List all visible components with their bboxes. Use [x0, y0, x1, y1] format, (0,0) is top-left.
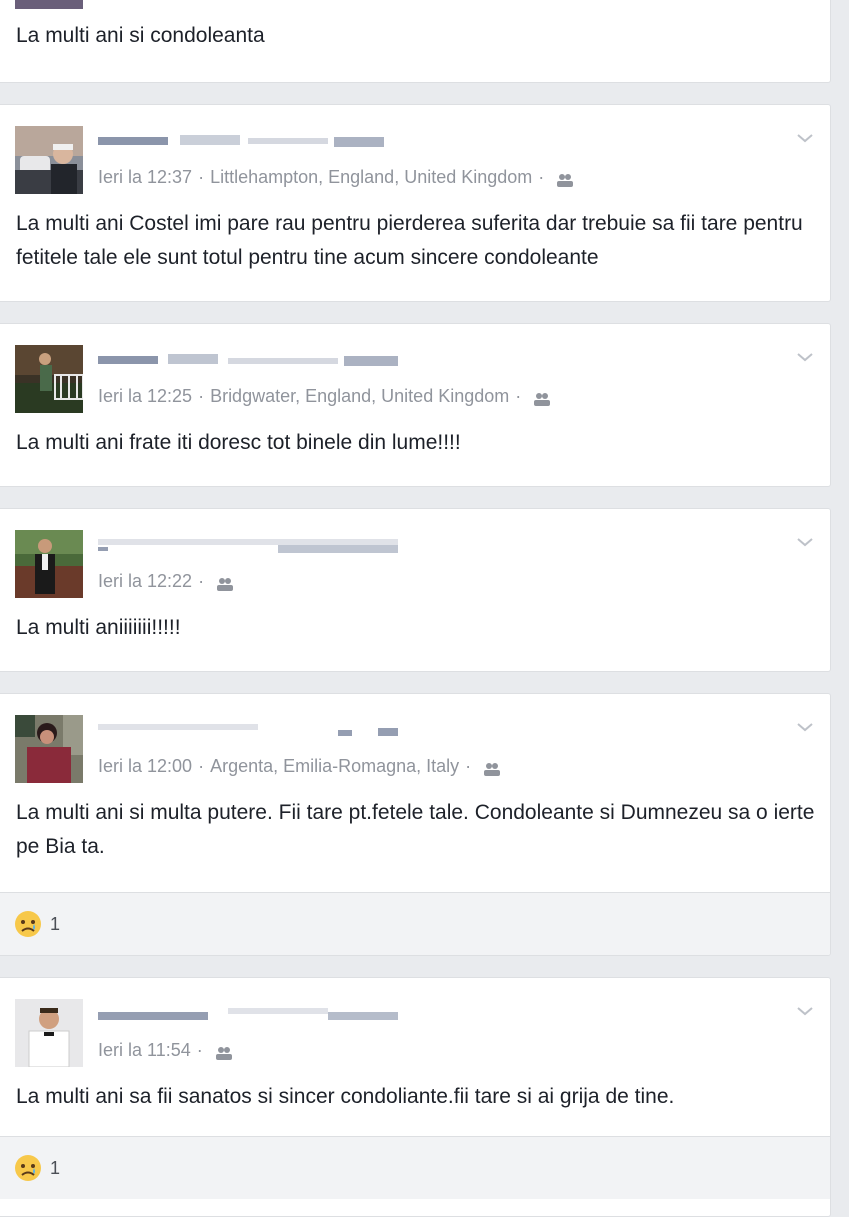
location[interactable]: Littlehampton, England, United Kingdom: [210, 167, 532, 188]
comment-card: Ieri la 11:54 · La multi ani sa fii sana…: [0, 977, 831, 1217]
author-name-redacted[interactable]: [98, 724, 398, 738]
comment-text: La multi ani si condoleanta: [16, 24, 265, 47]
chevron-down-icon[interactable]: [796, 1004, 814, 1016]
avatar[interactable]: [15, 345, 83, 413]
separator: ·: [198, 571, 205, 591]
avatar[interactable]: [15, 0, 83, 9]
location[interactable]: Bridgwater, England, United Kingdom: [210, 386, 509, 407]
comment-meta: Ieri la 12:22 ·: [98, 571, 234, 592]
avatar[interactable]: [15, 715, 83, 783]
avatar[interactable]: [15, 999, 83, 1067]
author-name-redacted[interactable]: [98, 1008, 398, 1022]
comment-card: Ieri la 12:00 · Argenta, Emilia-Romagna,…: [0, 693, 831, 956]
chevron-down-icon[interactable]: [796, 720, 814, 732]
sad-reaction-icon[interactable]: [14, 910, 42, 938]
comment-text: La multi ani sa fii sanatos si sincer co…: [16, 1085, 675, 1108]
chevron-down-icon[interactable]: [796, 131, 814, 143]
comment-text: La multi ani si multa putere. Fii tare p…: [16, 801, 815, 858]
friends-audience-icon[interactable]: [215, 1044, 233, 1060]
reaction-bar[interactable]: 1: [0, 892, 830, 955]
comment-card: Ieri la 12:37 · Littlehampton, England, …: [0, 104, 831, 302]
timestamp[interactable]: Ieri la 12:22: [98, 571, 192, 592]
comment-meta: Ieri la 12:25 · Bridgwater, England, Uni…: [98, 386, 551, 407]
timestamp[interactable]: Ieri la 11:54: [98, 1040, 191, 1061]
sad-reaction-icon[interactable]: [14, 1154, 42, 1182]
timestamp[interactable]: Ieri la 12:37: [98, 167, 192, 188]
friends-audience-icon[interactable]: [483, 760, 501, 776]
chevron-down-icon[interactable]: [796, 535, 814, 547]
author-name-redacted[interactable]: [98, 539, 398, 553]
separator: ·: [198, 167, 205, 187]
author-name-redacted[interactable]: [98, 135, 398, 149]
comment-text: La multi aniiiiiii!!!!!: [16, 616, 181, 639]
friends-audience-icon[interactable]: [216, 575, 234, 591]
avatar[interactable]: [15, 126, 83, 194]
comment-card: Ieri la 12:25 · Bridgwater, England, Uni…: [0, 323, 831, 487]
reaction-bar[interactable]: 1: [0, 1136, 830, 1199]
separator: ·: [196, 1040, 203, 1060]
friends-audience-icon[interactable]: [556, 171, 574, 187]
location[interactable]: Argenta, Emilia-Romagna, Italy: [210, 756, 459, 777]
timestamp[interactable]: Ieri la 12:00: [98, 756, 192, 777]
separator: ·: [465, 756, 472, 776]
separator: ·: [538, 167, 545, 187]
avatar[interactable]: [15, 530, 83, 598]
comment-card-partial: La multi ani si condoleanta: [0, 0, 831, 83]
reaction-count[interactable]: 1: [50, 1158, 60, 1179]
comment-meta: Ieri la 12:37 · Littlehampton, England, …: [98, 167, 574, 188]
separator: ·: [515, 386, 522, 406]
separator: ·: [198, 756, 205, 776]
comment-text: La multi ani Costel imi pare rau pentru …: [16, 212, 803, 269]
comment-meta: Ieri la 12:00 · Argenta, Emilia-Romagna,…: [98, 756, 501, 777]
comment-card: Ieri la 12:22 · La multi aniiiiiii!!!!!: [0, 508, 831, 672]
author-name-redacted[interactable]: [98, 354, 398, 368]
chevron-down-icon[interactable]: [796, 350, 814, 362]
comment-text: La multi ani frate iti doresc tot binele…: [16, 431, 461, 454]
separator: ·: [198, 386, 205, 406]
friends-audience-icon[interactable]: [533, 390, 551, 406]
reaction-count[interactable]: 1: [50, 914, 60, 935]
comment-meta: Ieri la 11:54 ·: [98, 1040, 233, 1061]
timestamp[interactable]: Ieri la 12:25: [98, 386, 192, 407]
